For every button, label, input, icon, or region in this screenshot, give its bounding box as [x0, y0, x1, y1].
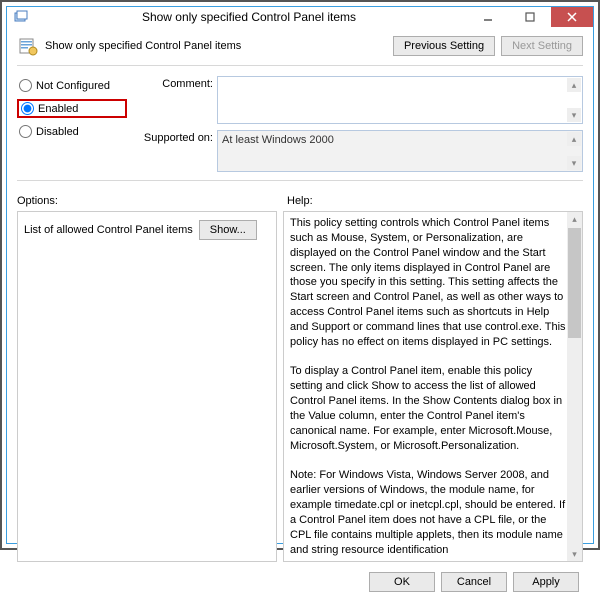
- next-setting-button[interactable]: Next Setting: [501, 36, 583, 56]
- comment-input[interactable]: ▴ ▾: [217, 76, 583, 124]
- options-list-label: List of allowed Control Panel items: [24, 224, 193, 236]
- radio-not-configured-label: Not Configured: [36, 80, 110, 92]
- divider: [17, 65, 583, 66]
- help-paragraph: Note: For Windows Vista, Windows Server …: [290, 468, 566, 557]
- apply-button[interactable]: Apply: [513, 572, 579, 592]
- policy-icon: [17, 35, 39, 57]
- close-button[interactable]: [551, 7, 593, 27]
- scroll-up-icon[interactable]: ▴: [567, 212, 582, 227]
- cancel-button[interactable]: Cancel: [441, 572, 507, 592]
- maximize-button[interactable]: [509, 7, 551, 27]
- radio-enabled[interactable]: Enabled: [17, 99, 127, 118]
- scroll-down-icon[interactable]: ▾: [567, 156, 581, 170]
- scroll-down-icon[interactable]: ▾: [567, 546, 582, 561]
- minimize-button[interactable]: [467, 7, 509, 27]
- help-paragraph: To display a Control Panel item, enable …: [290, 364, 566, 453]
- policy-title: Show only specified Control Panel items: [45, 40, 387, 52]
- scroll-up-icon[interactable]: ▴: [567, 78, 581, 92]
- titlebar: Show only specified Control Panel items: [7, 7, 593, 27]
- options-heading: Options:: [17, 195, 277, 207]
- radio-enabled-label: Enabled: [38, 103, 78, 115]
- radio-enabled-input[interactable]: [21, 102, 34, 115]
- scrollbar-thumb[interactable]: [568, 228, 581, 338]
- options-panel: List of allowed Control Panel items Show…: [17, 211, 277, 562]
- previous-setting-button[interactable]: Previous Setting: [393, 36, 495, 56]
- radio-disabled-input[interactable]: [19, 125, 32, 138]
- divider: [17, 180, 583, 181]
- window-title: Show only specified Control Panel items: [31, 10, 467, 24]
- radio-not-configured-input[interactable]: [19, 79, 32, 92]
- scroll-down-icon[interactable]: ▾: [567, 108, 581, 122]
- comment-label: Comment:: [133, 76, 213, 90]
- radio-disabled-label: Disabled: [36, 126, 79, 138]
- supported-on-value: At least Windows 2000 ▴ ▾: [217, 130, 583, 172]
- ok-button[interactable]: OK: [369, 572, 435, 592]
- supported-label: Supported on:: [133, 130, 213, 144]
- help-scrollbar[interactable]: ▴ ▾: [567, 212, 582, 561]
- radio-not-configured[interactable]: Not Configured: [17, 78, 127, 93]
- scrollbar-track[interactable]: [567, 338, 582, 546]
- scroll-up-icon[interactable]: ▴: [567, 132, 581, 146]
- help-text: This policy setting controls which Contr…: [283, 211, 583, 562]
- app-icon: [11, 7, 31, 27]
- show-button[interactable]: Show...: [199, 220, 257, 240]
- radio-disabled[interactable]: Disabled: [17, 124, 127, 139]
- dialog-window: Show only specified Control Panel items …: [6, 6, 594, 544]
- help-heading: Help:: [287, 195, 313, 207]
- help-paragraph: This policy setting controls which Contr…: [290, 216, 566, 350]
